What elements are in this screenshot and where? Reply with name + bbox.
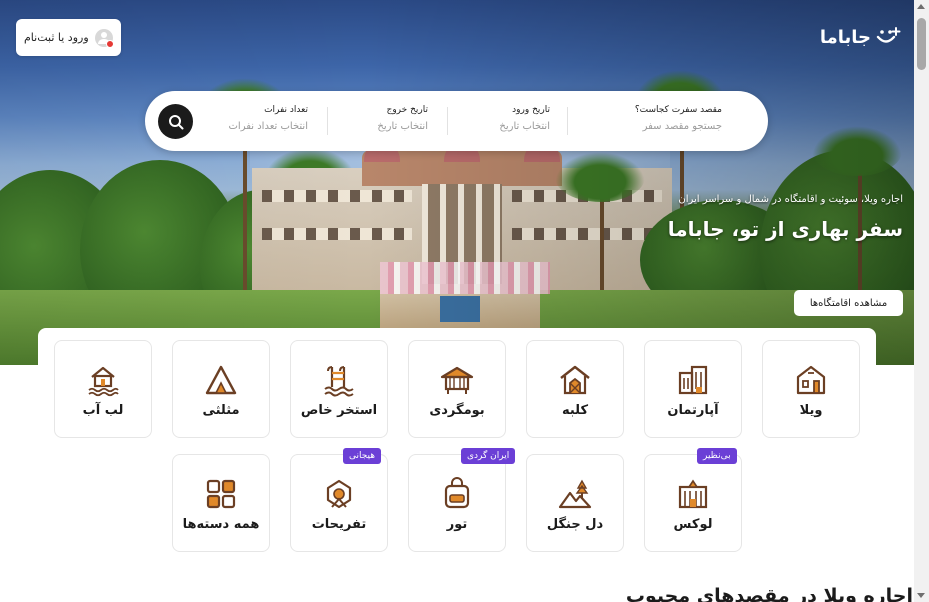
a-frame-icon [204, 363, 238, 397]
category-label: مثلثی [202, 403, 240, 418]
category-label: کلبه [561, 403, 589, 418]
login-label: ورود یا ثبت‌نام [24, 31, 89, 44]
category-badge: هیجانی [343, 448, 382, 464]
category-apartment[interactable]: آپارتمان [644, 340, 742, 438]
category-all[interactable]: همه دسته‌ها [172, 454, 270, 552]
scroll-thumb[interactable] [917, 18, 926, 70]
category-ecolodge[interactable]: بومگردی [408, 340, 506, 438]
pool-icon [322, 363, 356, 397]
category-label: لوکس [673, 517, 713, 532]
search-bar: مقصد سفرت کجاست؟ جستجو مقصد سفر تاریخ ور… [145, 91, 768, 151]
logo[interactable]: جاباما [820, 26, 901, 48]
page-scrollbar[interactable] [914, 0, 929, 602]
logo-smile-icon [875, 26, 901, 48]
divider [567, 107, 568, 135]
category-label: لب آب [82, 403, 124, 418]
category-a-frame[interactable]: مثلثی [172, 340, 270, 438]
hero-overlay [0, 0, 914, 365]
search-icon [168, 114, 183, 129]
user-avatar-icon [94, 28, 114, 48]
category-cabin[interactable]: کلبه [526, 340, 624, 438]
checkin-field[interactable]: تاریخ ورود انتخاب تاریخ [460, 105, 550, 137]
category-fun[interactable]: هیجانی تفریحات [290, 448, 388, 552]
hero-title: سفر بهاری از تو، جاباما [667, 217, 903, 241]
divider [447, 107, 448, 135]
category-panel: ویلا آپارتمان کلبه بومگردی استخر خاص مثل… [38, 328, 876, 564]
guests-title: تعداد نفرات [264, 105, 308, 115]
scroll-down-arrow-icon[interactable] [917, 593, 925, 598]
login-button[interactable]: ورود یا ثبت‌نام [16, 19, 121, 56]
category-pool[interactable]: استخر خاص [290, 340, 388, 438]
category-label: بومگردی [429, 403, 485, 418]
category-label: دل جنگل [546, 517, 604, 532]
forest-icon [558, 477, 592, 511]
category-luxury[interactable]: بی‌نظیر لوکس [644, 448, 742, 552]
destination-placeholder: جستجو مقصد سفر [642, 121, 722, 132]
all-categories-icon [204, 477, 238, 511]
fun-icon [322, 477, 356, 511]
waterfront-icon [86, 363, 120, 397]
guests-field[interactable]: تعداد نفرات انتخاب تعداد نفرات [198, 105, 309, 137]
category-badge: ایران گردی [461, 448, 516, 464]
cabin-icon [558, 363, 592, 397]
section-title: اجاره ویلا در مقصدهای محبوب [625, 585, 913, 602]
category-label: همه دسته‌ها [182, 517, 260, 532]
category-villa[interactable]: ویلا [762, 340, 860, 438]
apartment-icon [676, 363, 710, 397]
guests-placeholder: انتخاب تعداد نفرات [228, 121, 309, 132]
category-label: آپارتمان [667, 403, 719, 418]
category-badge: بی‌نظیر [697, 448, 737, 464]
luxury-icon [676, 477, 710, 511]
category-label: تفریحات [311, 517, 367, 532]
divider [327, 107, 328, 135]
destination-title: مقصد سفرت کجاست؟ [634, 105, 722, 115]
category-label: استخر خاص [300, 403, 378, 418]
scroll-up-arrow-icon[interactable] [917, 4, 925, 9]
ecolodge-icon [440, 363, 474, 397]
villa-icon [794, 363, 828, 397]
tour-icon [440, 477, 474, 511]
category-label: ویلا [799, 403, 823, 418]
search-button[interactable] [158, 104, 193, 139]
category-tour[interactable]: ایران گردی تور [408, 448, 516, 552]
destination-field[interactable]: مقصد سفرت کجاست؟ جستجو مقصد سفر [602, 105, 722, 137]
hero-subtitle: اجاره ویلا، سوئیت و اقامتگاه در شمال و س… [678, 194, 903, 205]
checkout-title: تاریخ خروج [386, 105, 428, 115]
checkout-placeholder: انتخاب تاریخ [377, 121, 428, 132]
hero-banner [0, 0, 914, 365]
category-label: تور [446, 517, 468, 532]
logo-text: جاباما [819, 26, 871, 48]
checkin-title: تاریخ ورود [512, 105, 550, 115]
category-waterfront[interactable]: لب آب [54, 340, 152, 438]
checkout-field[interactable]: تاریخ خروج انتخاب تاریخ [338, 105, 428, 137]
view-accommodations-button[interactable]: مشاهده اقامتگاه‌ها [794, 290, 903, 316]
checkin-placeholder: انتخاب تاریخ [499, 121, 550, 132]
category-forest[interactable]: دل جنگل [526, 454, 624, 552]
